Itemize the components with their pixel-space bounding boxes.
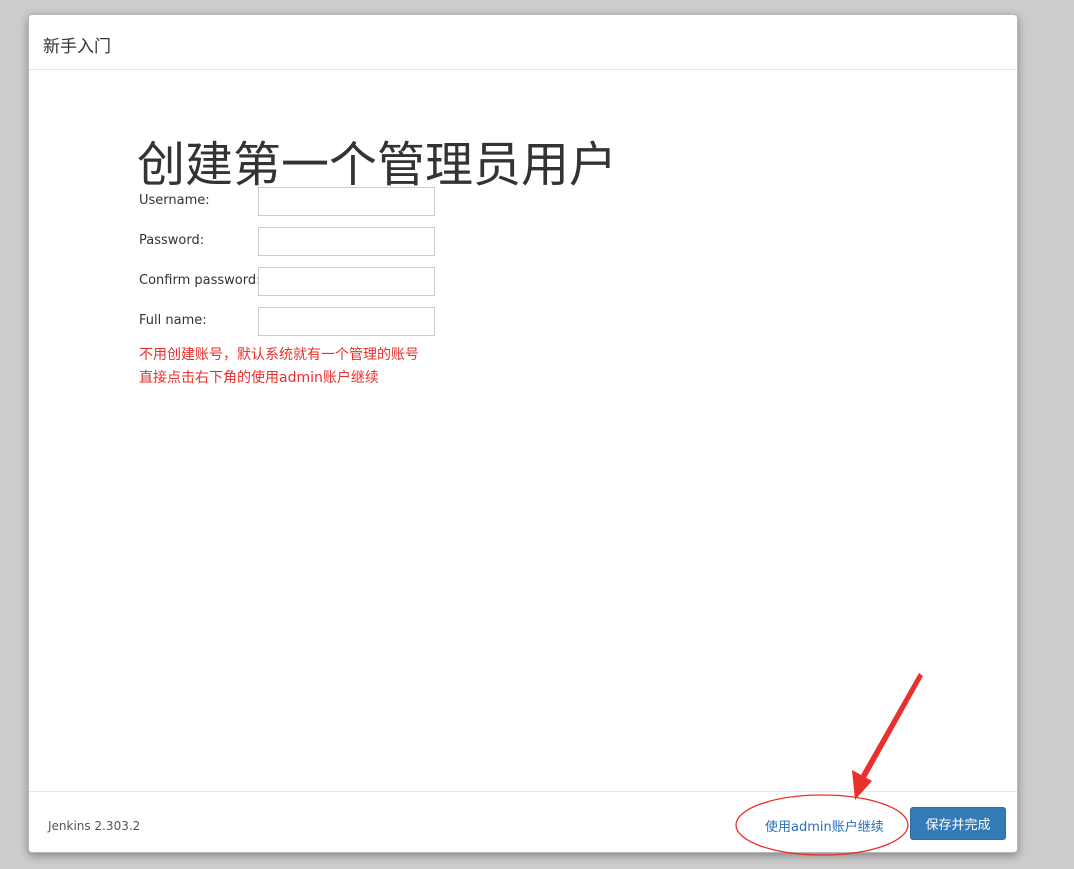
annotation-line-1: 不用创建账号，默认系统就有一个管理的账号 <box>139 347 419 363</box>
username-input[interactable] <box>258 187 435 216</box>
dialog-title: 新手入门 <box>43 37 111 57</box>
password-label: Password: <box>139 233 205 248</box>
confirm-password-row: Confirm password: <box>139 267 439 296</box>
dialog-footer: Jenkins 2.303.2 使用admin账户继续 保存并完成 <box>29 791 1017 854</box>
username-label: Username: <box>139 193 210 208</box>
full-name-row: Full name: <box>139 307 439 336</box>
full-name-input[interactable] <box>258 307 435 336</box>
page-heading: 创建第一个管理员用户 <box>137 137 618 193</box>
password-input[interactable] <box>258 227 435 256</box>
annotation-line-2: 直接点击右下角的使用admin账户继续 <box>139 370 379 386</box>
save-and-finish-button[interactable]: 保存并完成 <box>910 807 1006 840</box>
setup-wizard-dialog: 新手入门 创建第一个管理员用户 Username: Password: Conf… <box>28 14 1018 853</box>
dialog-header: 新手入门 <box>29 15 1017 70</box>
username-row: Username: <box>139 187 439 216</box>
confirm-password-input[interactable] <box>258 267 435 296</box>
password-row: Password: <box>139 227 439 256</box>
jenkins-version: Jenkins 2.303.2 <box>48 819 141 833</box>
continue-as-admin-link[interactable]: 使用admin账户继续 <box>765 816 884 835</box>
full-name-label: Full name: <box>139 313 207 328</box>
confirm-password-label: Confirm password: <box>139 273 261 288</box>
